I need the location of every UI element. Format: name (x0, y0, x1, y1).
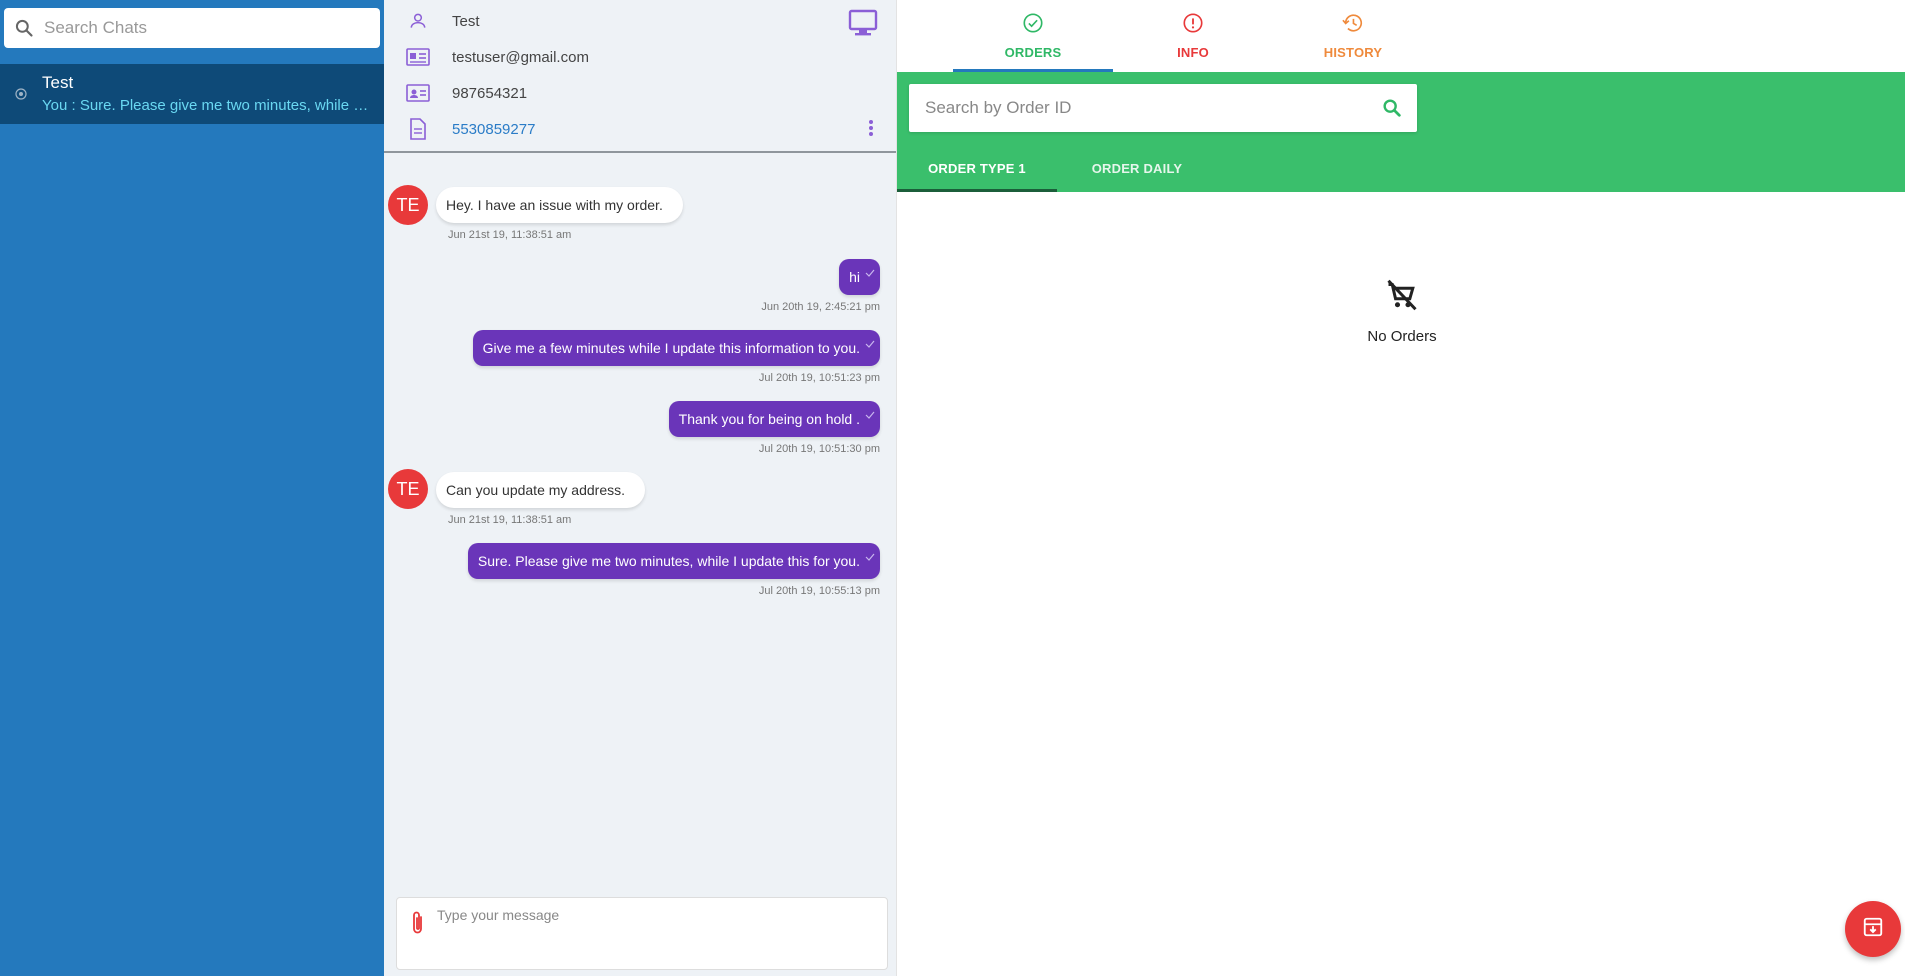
chat-name: Test (42, 72, 74, 92)
monitor-icon[interactable] (848, 9, 878, 42)
tab-label: HISTORY (1323, 45, 1383, 60)
paperclip-icon[interactable] (411, 910, 425, 941)
info-circle-icon (1182, 12, 1204, 39)
panel-tabs: ORDERS INFO HISTORY (897, 0, 1905, 72)
orders-header: ORDER TYPE 1 ORDER DAILY (897, 72, 1905, 192)
check-icon (865, 325, 875, 361)
outgoing-message: hi (839, 259, 880, 295)
check-icon (865, 396, 875, 432)
order-search-input[interactable] (925, 98, 1365, 118)
avatar: TE (388, 185, 428, 225)
message-timestamp: Jul 20th 19, 10:55:13 pm (758, 585, 880, 597)
message-input[interactable] (437, 907, 877, 963)
contact-phone: 987654321 (452, 84, 528, 102)
subtab-order-daily[interactable]: ORDER DAILY (1057, 144, 1217, 192)
message-text: Sure. Please give me two minutes, while … (477, 553, 860, 569)
avatar: TE (388, 469, 428, 509)
message-timestamp: Jun 21st 19, 11:38:51 am (448, 514, 572, 526)
id-card-icon (384, 84, 452, 102)
more-options-icon[interactable] (868, 119, 874, 142)
tab-orders[interactable]: ORDERS (953, 0, 1113, 72)
message-timestamp: Jul 20th 19, 10:51:30 pm (758, 443, 880, 455)
order-panel: ORDERS INFO HISTORY ORDER TYPE 1 ORDER D… (896, 0, 1905, 976)
check-circle-icon (1022, 12, 1044, 39)
chat-preview: You : Sure. Please give me two minutes, … (42, 96, 372, 114)
contact-email-row: testuser@gmail.com (384, 39, 896, 75)
empty-orders: No Orders (1332, 277, 1472, 345)
incoming-message: Can you update my address. (436, 472, 645, 508)
contact-card-icon (384, 48, 452, 66)
message-text: Give me a few minutes while I update thi… (482, 340, 860, 356)
chat-sidebar: Test You : Sure. Please give me two minu… (0, 0, 384, 976)
chat-panel: Test testuser@gmail.com 987654321 553085… (384, 0, 896, 976)
tab-label: INFO (1177, 45, 1209, 60)
contact-phone-row: 987654321 (384, 75, 896, 111)
chat-list-item[interactable]: Test You : Sure. Please give me two minu… (0, 64, 384, 124)
tab-history[interactable]: HISTORY (1273, 0, 1433, 72)
tab-info[interactable]: INFO (1113, 0, 1273, 72)
chat-search-box[interactable] (4, 8, 380, 48)
contact-order-row: 5530859277 (384, 111, 896, 147)
remove-shopping-cart-icon (1384, 279, 1420, 317)
message-text: Thank you for being on hold . (678, 411, 860, 427)
empty-orders-text: No Orders (1367, 328, 1437, 345)
message-composer (396, 897, 888, 970)
tab-label: ORDERS (1004, 45, 1062, 60)
search-icon (4, 8, 44, 48)
incoming-message: Hey. I have an issue with my order. (436, 187, 683, 223)
message-timestamp: Jun 20th 19, 2:45:21 pm (761, 301, 880, 313)
document-icon (384, 118, 452, 140)
message-timestamp: Jul 20th 19, 10:51:23 pm (758, 372, 880, 384)
contact-email: testuser@gmail.com (452, 48, 589, 66)
chat-search-input[interactable] (44, 18, 364, 38)
search-icon[interactable] (1381, 97, 1403, 124)
active-subtab-indicator (897, 189, 1057, 192)
subtab-order-type-1[interactable]: ORDER TYPE 1 (897, 144, 1057, 192)
contact-header: Test testuser@gmail.com 987654321 553085… (384, 0, 896, 153)
archive-fab-button[interactable] (1845, 901, 1901, 957)
outgoing-message: Give me a few minutes while I update thi… (472, 330, 880, 366)
order-search-box[interactable] (909, 84, 1417, 132)
contact-order-link[interactable]: 5530859277 (452, 121, 535, 138)
contact-name-row: Test (384, 3, 896, 39)
message-timestamp: Jun 21st 19, 11:38:51 am (448, 229, 572, 241)
radio-dot-icon (0, 88, 42, 100)
check-icon (865, 254, 875, 290)
message-text: hi (849, 269, 860, 285)
message-list: TE Hey. I have an issue with my order. J… (384, 155, 896, 885)
archive-icon (1862, 916, 1884, 943)
check-icon (865, 538, 875, 574)
history-icon (1341, 12, 1365, 39)
person-icon (384, 11, 452, 31)
contact-name: Test (452, 12, 480, 30)
outgoing-message: Sure. Please give me two minutes, while … (467, 543, 880, 579)
outgoing-message: Thank you for being on hold . (668, 401, 880, 437)
